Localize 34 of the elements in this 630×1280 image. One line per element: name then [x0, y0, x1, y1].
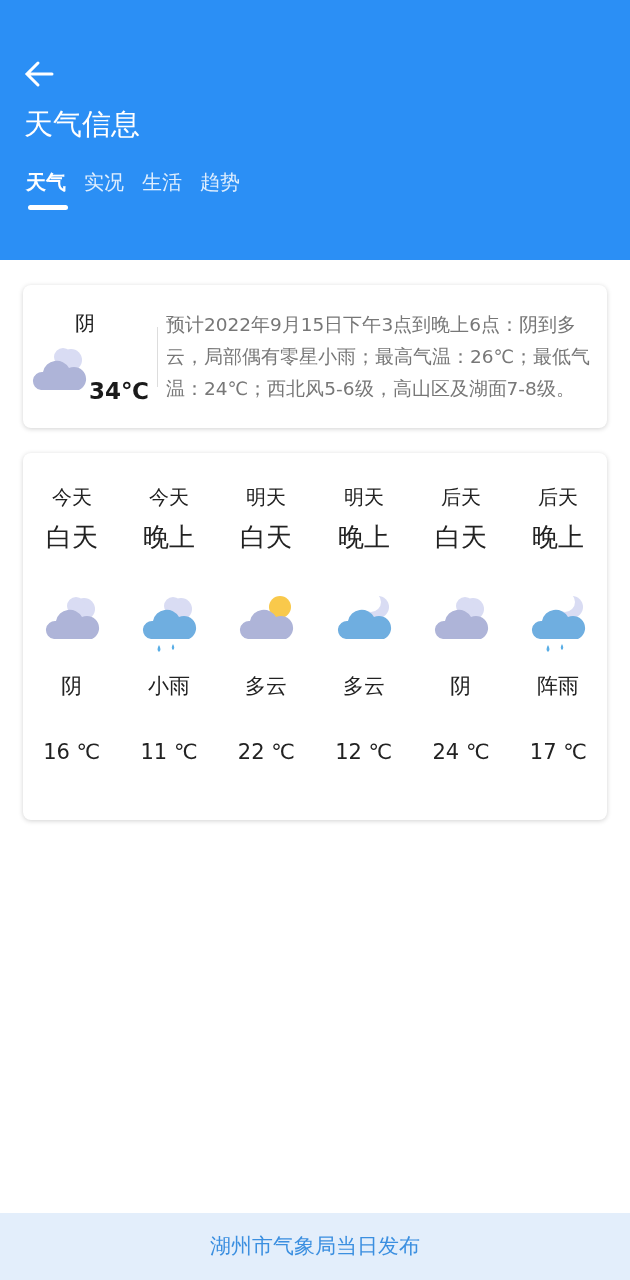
tab[interactable]: 生活 — [140, 166, 184, 210]
period-label: 白天 — [45, 521, 98, 554]
day-label: 今天 — [51, 484, 92, 511]
period-label: 白天 — [240, 521, 293, 554]
tab[interactable]: 趋势 — [198, 166, 242, 210]
temperature-label: 12 ℃ — [335, 739, 393, 766]
period-label: 白天 — [435, 521, 487, 554]
day-label: 今天 — [149, 484, 189, 511]
condition-label: 多云 — [342, 673, 385, 700]
back-arrow-icon — [24, 60, 54, 88]
day-label: 明天 — [343, 484, 384, 511]
footer-text: 湖州市气象局当日发布 — [0, 1213, 630, 1280]
condition-label: 阵雨 — [537, 673, 580, 700]
temperature-label: 24 ℃ — [432, 739, 490, 766]
condition-label: 多云 — [245, 673, 288, 700]
temperature-label: 16 ℃ — [43, 739, 101, 766]
temperature-label: 11 ℃ — [140, 739, 198, 766]
period-label: 晚上 — [337, 521, 390, 554]
day-label: 后天 — [441, 484, 481, 511]
day-label: 明天 — [246, 484, 287, 511]
tab[interactable]: 天气 — [24, 166, 68, 210]
page-title: 天气信息 — [24, 106, 141, 143]
period-label: 晚上 — [532, 521, 585, 554]
condition-label: 阴 — [61, 673, 83, 700]
forecast-text: 预计2022年9月15日下午3点到晚上6点：阴到多云，局部偶有零星小雨；最高气温：26℃；最低气温：24℃；西北风5-6级，高山区及湖面7-8级。 — [166, 312, 592, 401]
temperature-label: 22 ℃ — [237, 739, 295, 766]
day-label: 后天 — [538, 484, 579, 511]
temperature-label: 34℃ — [89, 376, 149, 406]
tab[interactable]: 实况 — [82, 166, 126, 210]
condition-label: 阴 — [450, 673, 472, 700]
period-label: 晚上 — [143, 521, 195, 554]
condition-label: 阴 — [75, 309, 95, 337]
condition-label: 小雨 — [148, 673, 190, 700]
temperature-label: 17 ℃ — [529, 739, 587, 766]
